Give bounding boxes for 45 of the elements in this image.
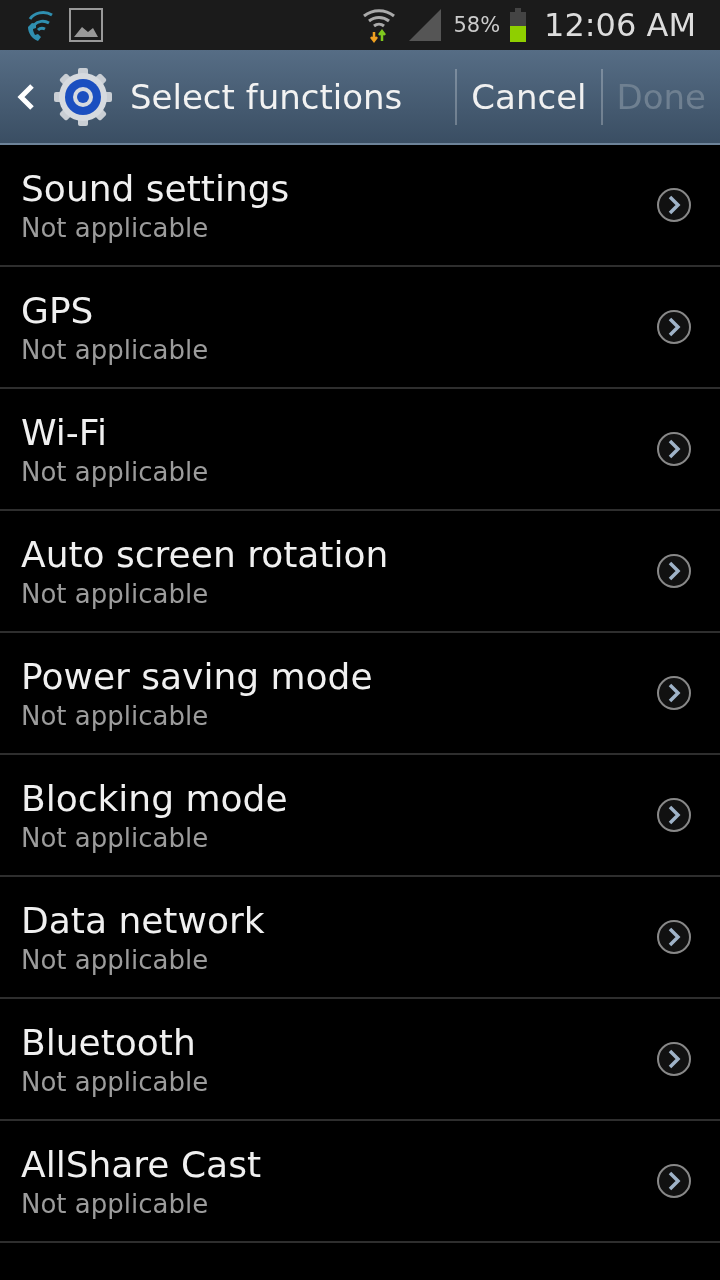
item-subtitle: Not applicable	[21, 334, 210, 365]
list-item[interactable]: Bluetooth Not applicable	[0, 999, 720, 1121]
item-subtitle: Not applicable	[21, 212, 210, 243]
list-item[interactable]: GPS Not applicable	[0, 267, 720, 389]
item-title: GPS	[21, 289, 95, 331]
list-item[interactable]: AllShare Cast Not applicable	[0, 1121, 720, 1243]
back-icon[interactable]	[16, 81, 36, 112]
list-item[interactable]: Wi-Fi Not applicable	[0, 389, 720, 511]
action-button[interactable]: Cancel	[457, 49, 601, 144]
list-item[interactable]: Power saving mode Not applicable	[0, 633, 720, 755]
item-title: AllShare Cast	[21, 1143, 263, 1185]
chevron-icon	[656, 675, 692, 711]
chevron-icon	[656, 797, 692, 833]
item-subtitle: Not applicable	[21, 822, 210, 853]
chevron-icon	[656, 431, 692, 467]
item-subtitle: Not applicable	[21, 944, 210, 975]
list-item[interactable]: Auto screen rotation Not applicable	[0, 511, 720, 633]
chevron-icon	[656, 187, 692, 223]
list-item[interactable]: Data network Not applicable	[0, 877, 720, 999]
chevron-icon	[656, 1163, 692, 1199]
item-title: Power saving mode	[21, 655, 374, 697]
item-title: Sound settings	[21, 167, 291, 209]
item-title: Bluetooth	[21, 1021, 197, 1063]
item-title: Wi-Fi	[21, 411, 108, 453]
item-subtitle: Not applicable	[21, 1188, 210, 1219]
settings-icon	[52, 65, 114, 128]
battery-percent: 58%	[453, 13, 501, 37]
item-title: Data network	[21, 899, 266, 941]
list-item[interactable]: Sound settings Not applicable	[0, 145, 720, 267]
battery-icon	[510, 8, 527, 42]
signal-icon	[407, 7, 444, 43]
chevron-icon	[656, 553, 692, 589]
image-icon	[68, 7, 104, 43]
item-subtitle: Not applicable	[21, 578, 210, 609]
screen-title: Select functions	[130, 76, 404, 117]
list-item[interactable]: Blocking mode Not applicable	[0, 755, 720, 877]
chevron-icon	[656, 919, 692, 955]
item-subtitle: Not applicable	[21, 700, 210, 731]
item-subtitle: Not applicable	[21, 456, 210, 487]
clock-time: 12:06 AM	[544, 6, 696, 44]
chevron-icon	[656, 309, 692, 345]
item-title: Auto screen rotation	[21, 533, 390, 575]
chevron-icon	[656, 1041, 692, 1077]
item-title: Blocking mode	[21, 777, 289, 819]
item-subtitle: Not applicable	[21, 1066, 210, 1097]
